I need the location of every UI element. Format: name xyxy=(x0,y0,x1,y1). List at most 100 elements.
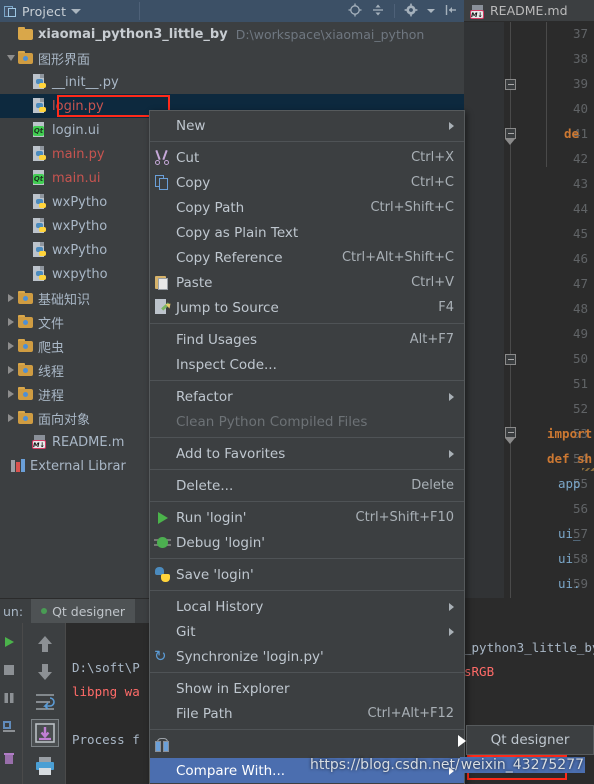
expand-arrow-right-icon[interactable] xyxy=(4,342,18,350)
hide-toolwindow-icon[interactable] xyxy=(444,3,458,20)
error-squiggle xyxy=(582,468,594,471)
menu-item-cut[interactable]: Cut Ctrl+X xyxy=(150,145,464,170)
watermark: https://blog.csdn.net/weixin_43275277 xyxy=(310,757,586,773)
project-toolwindow-title-group[interactable]: Project xyxy=(0,4,130,19)
python-file-icon xyxy=(32,98,48,114)
submenu-arrow-icon xyxy=(449,121,454,130)
menu-item-label: Compare With... xyxy=(176,762,286,779)
tab-readme-md[interactable]: M↓ README.md xyxy=(464,0,574,22)
chevron-down-icon[interactable] xyxy=(71,8,82,14)
settings-gear-icon[interactable] xyxy=(404,3,418,20)
menu-item-inspect-code[interactable]: Inspect Code... xyxy=(150,352,464,377)
code-token: ui. xyxy=(558,576,581,591)
fold-marker-icon[interactable] xyxy=(505,427,516,438)
stop-icon[interactable] xyxy=(2,663,16,680)
soft-wrap-icon[interactable] xyxy=(34,691,56,716)
menu-item-accelerator: Ctrl+Alt+Shift+C xyxy=(341,250,454,265)
submenu-external-tools[interactable]: Qt designer xyxy=(466,725,594,755)
rerun-icon[interactable] xyxy=(2,719,16,736)
menu-item-delete[interactable]: Delete... Delete xyxy=(150,473,464,498)
qt-ui-file-icon: Qt xyxy=(32,170,48,186)
expand-arrow-right-icon[interactable] xyxy=(4,318,18,326)
console-line: D:\soft\P xyxy=(72,660,140,675)
source-folder-icon xyxy=(18,50,34,66)
menu-item-file-path[interactable]: File Path Ctrl+Alt+F12 xyxy=(150,701,464,726)
menu-item-label: File Path xyxy=(176,705,233,722)
tree-item-label: README.m xyxy=(52,434,125,450)
run-tab-qt-designer[interactable]: Qt designer xyxy=(31,599,136,623)
menu-item-accelerator: Alt+F7 xyxy=(409,332,454,347)
menu-item-add-to-favorites[interactable]: Add to Favorites xyxy=(150,441,464,466)
fold-marker-icon[interactable] xyxy=(505,79,516,90)
indent-guide xyxy=(546,122,547,167)
tree-item-label: 进程 xyxy=(38,388,65,404)
fold-marker-icon[interactable] xyxy=(505,128,516,139)
code-token: import xyxy=(547,426,593,441)
menu-item-find-usages[interactable]: Find Usages Alt+F7 xyxy=(150,327,464,352)
expand-arrow-right-icon[interactable] xyxy=(4,366,18,374)
menu-item-run-login[interactable]: Run 'login' Ctrl+Shift+F10 xyxy=(150,505,464,530)
line-number: 43 xyxy=(572,176,588,191)
menu-separator xyxy=(150,672,464,673)
expand-arrow-right-icon[interactable] xyxy=(4,294,18,302)
locate-icon[interactable] xyxy=(348,3,362,20)
expand-arrow-right-icon[interactable] xyxy=(4,414,18,422)
print-icon[interactable] xyxy=(34,755,56,780)
editor-tab-strip: M↓ README.md xyxy=(464,0,594,22)
menu-item-label: Find Usages xyxy=(176,331,258,348)
source-folder-icon xyxy=(18,338,34,354)
trash-icon[interactable] xyxy=(2,751,16,768)
line-number: 47 xyxy=(572,276,588,291)
line-number: 48 xyxy=(572,301,588,316)
toolbar-divider xyxy=(139,2,140,20)
up-arrow-icon[interactable] xyxy=(34,633,56,658)
menu-item-git[interactable]: Git xyxy=(150,619,464,644)
fold-marker-icon[interactable] xyxy=(505,354,516,365)
source-folder-icon xyxy=(18,410,34,426)
menu-item-copy-as-plain-text[interactable]: Copy as Plain Text xyxy=(150,220,464,245)
menu-item-accelerator: Ctrl+Shift+F10 xyxy=(355,510,454,525)
menu-item-clean-python-compiled-files: Clean Python Compiled Files xyxy=(150,409,464,434)
menu-item-synchronize[interactable]: ↻ Synchronize 'login.py' xyxy=(150,644,464,669)
run-actions-column xyxy=(22,623,66,784)
tree-row-project-root[interactable]: xiaomai_python3_little_by D:\workspace\x… xyxy=(0,22,464,46)
tree-item-label: main.py xyxy=(52,146,105,162)
menu-item-label: Paste xyxy=(176,274,213,291)
code-token: ui xyxy=(558,551,574,566)
collapse-all-icon[interactable] xyxy=(371,3,385,20)
menu-item-save-login[interactable]: Save 'login' xyxy=(150,562,464,587)
down-arrow-icon[interactable] xyxy=(34,661,56,686)
menu-item-show-in-explorer[interactable]: Show in Explorer xyxy=(150,676,464,701)
source-folder-icon xyxy=(18,386,34,402)
tree-item-label: login.py xyxy=(52,98,104,114)
menu-item-copy-reference[interactable]: Copy Reference Ctrl+Alt+Shift+C xyxy=(150,245,464,270)
source-folder-icon xyxy=(18,314,34,330)
project-root-path: D:\workspace\xiaomai_python xyxy=(235,26,425,42)
menu-item-copy-path[interactable]: Copy Path Ctrl+Shift+C xyxy=(150,195,464,220)
scroll-to-end-icon[interactable] xyxy=(31,719,59,747)
expand-arrow-right-icon[interactable] xyxy=(4,390,18,398)
menu-separator xyxy=(150,380,464,381)
menu-item-debug-login[interactable]: Debug 'login' xyxy=(150,530,464,555)
run-icon[interactable] xyxy=(2,635,16,652)
tree-row-init-py[interactable]: __init__.py xyxy=(0,70,464,94)
menu-item-copy[interactable]: Copy Ctrl+C xyxy=(150,170,464,195)
menu-item-new[interactable]: New xyxy=(150,113,464,138)
tree-row-folder-gui[interactable]: 图形界面 xyxy=(0,46,464,70)
expand-arrow-down-icon[interactable] xyxy=(4,55,18,61)
settings-dropdown-icon[interactable] xyxy=(427,9,435,13)
code-editor[interactable]: 37 38 39 40 41 42 43 44 45 46 47 48 49 5… xyxy=(464,22,594,598)
menu-item-compare-with[interactable] xyxy=(150,733,464,758)
menu-item-local-history[interactable]: Local History xyxy=(150,594,464,619)
menu-item-label: Git xyxy=(176,623,196,640)
editor-gutter[interactable] xyxy=(464,22,504,598)
context-menu[interactable]: New Cut Ctrl+X Copy Ctrl+C Copy Path Ctr… xyxy=(149,110,465,784)
menu-item-paste[interactable]: Paste Ctrl+V xyxy=(150,270,464,295)
line-number: 50 xyxy=(572,351,588,366)
pause-icon[interactable] xyxy=(2,691,16,708)
menu-item-refactor[interactable]: Refactor xyxy=(150,384,464,409)
menu-item-jump-to-source[interactable]: Jump to Source F4 xyxy=(150,295,464,320)
tree-item-label: __init__.py xyxy=(52,74,119,90)
submenu-item-qt-designer[interactable]: Qt designer xyxy=(491,732,570,748)
python-file-icon xyxy=(32,74,48,90)
